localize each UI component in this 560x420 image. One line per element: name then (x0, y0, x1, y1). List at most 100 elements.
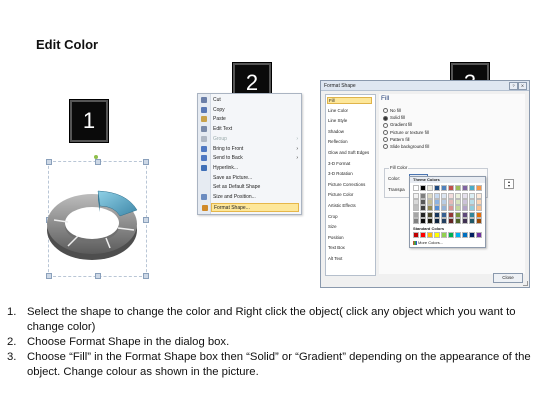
color-swatch[interactable] (455, 185, 461, 191)
rotation-handle[interactable] (94, 155, 98, 159)
color-swatch[interactable] (476, 199, 482, 206)
color-swatch[interactable] (420, 185, 426, 191)
dialog-nav-item[interactable]: Picture Corrections (328, 182, 365, 187)
context-menu-item[interactable]: Format Shape... (202, 202, 299, 212)
color-swatch[interactable] (476, 205, 482, 212)
color-swatch[interactable] (413, 205, 419, 212)
fill-option-radio[interactable]: Picture or texture fill (383, 130, 429, 135)
color-swatch[interactable] (462, 199, 468, 206)
dialog-nav-item[interactable]: Crop (328, 214, 338, 219)
color-swatch[interactable] (434, 205, 440, 212)
context-menu-item[interactable]: Edit Text (201, 125, 301, 134)
color-swatch[interactable] (469, 205, 475, 212)
resize-handle-top-right[interactable] (143, 159, 149, 165)
color-swatch[interactable] (427, 185, 433, 191)
dialog-nav-item[interactable]: Line Color (328, 108, 348, 113)
color-swatch[interactable] (462, 193, 468, 199)
color-swatch[interactable] (462, 211, 468, 218)
more-colors-item[interactable]: More Colors... (413, 240, 443, 245)
color-swatch[interactable] (462, 217, 468, 224)
color-swatch[interactable] (427, 199, 433, 206)
color-swatch[interactable] (469, 211, 475, 218)
dialog-nav-item[interactable]: Picture Color (328, 192, 353, 197)
color-swatch[interactable] (420, 217, 426, 224)
ring-shape[interactable] (40, 178, 150, 288)
color-swatch[interactable] (413, 193, 419, 199)
color-swatch[interactable] (413, 232, 419, 238)
color-swatch[interactable] (476, 193, 482, 199)
color-swatch[interactable] (462, 232, 468, 238)
color-swatch[interactable] (441, 199, 447, 206)
context-menu-item[interactable]: Bring to Front › (201, 145, 301, 154)
color-swatch[interactable] (476, 232, 482, 238)
color-swatch[interactable] (469, 232, 475, 238)
color-swatch[interactable] (448, 232, 454, 238)
color-swatch[interactable] (434, 211, 440, 218)
color-swatch[interactable] (448, 199, 454, 206)
color-swatch[interactable] (455, 199, 461, 206)
dialog-nav-item[interactable]: Glow and Soft Edges (328, 150, 369, 155)
dialog-nav-item[interactable]: 3-D Format (328, 161, 350, 166)
color-swatch[interactable] (413, 199, 419, 206)
color-swatch[interactable] (462, 205, 468, 212)
color-swatch[interactable] (441, 193, 447, 199)
dialog-nav-item[interactable]: Line Style (328, 118, 347, 123)
color-swatch[interactable] (469, 199, 475, 206)
context-menu-item[interactable]: Hyperlink... (201, 164, 301, 173)
resize-handle-top[interactable] (95, 159, 101, 165)
color-swatch[interactable] (455, 232, 461, 238)
color-swatch[interactable] (413, 217, 419, 224)
color-swatch[interactable] (434, 185, 440, 191)
color-swatch[interactable] (413, 211, 419, 218)
help-button[interactable]: ? (509, 82, 518, 90)
close-icon[interactable]: X (518, 82, 527, 90)
color-swatch[interactable] (448, 211, 454, 218)
dialog-nav-item[interactable]: Fill (327, 97, 372, 104)
color-swatch[interactable] (455, 193, 461, 199)
context-menu-item[interactable]: Set as Default Shape (211, 183, 301, 192)
color-swatch[interactable] (420, 211, 426, 218)
color-swatch[interactable] (420, 199, 426, 206)
color-swatch[interactable] (469, 193, 475, 199)
color-swatch[interactable] (420, 205, 426, 212)
fill-option-radio[interactable]: Gradient fill (383, 122, 412, 128)
color-swatch[interactable] (441, 211, 447, 218)
color-swatch[interactable] (441, 185, 447, 191)
color-swatch[interactable] (413, 185, 419, 191)
color-swatch[interactable] (469, 185, 475, 191)
dialog-nav-item[interactable]: 3-D Rotation (328, 171, 353, 176)
color-swatch[interactable] (455, 217, 461, 224)
color-swatch[interactable] (448, 193, 454, 199)
color-swatch[interactable] (420, 232, 426, 238)
color-swatch[interactable] (434, 199, 440, 206)
context-menu-item[interactable]: Send to Back › (201, 154, 301, 163)
color-swatch[interactable] (441, 205, 447, 212)
dialog-nav-item[interactable]: Text Box (328, 245, 345, 250)
fill-option-radio[interactable]: Solid fill (383, 115, 405, 121)
color-swatch[interactable] (427, 193, 433, 199)
fill-option-radio[interactable]: Slide background fill (383, 144, 429, 150)
context-menu-item[interactable]: Paste (201, 115, 301, 124)
transparency-spinner[interactable]: ▴ ▾ (504, 179, 514, 189)
dialog-nav-item[interactable]: Shadow (328, 129, 344, 134)
context-menu-item[interactable]: Save as Picture... (211, 174, 301, 183)
color-swatch[interactable] (448, 217, 454, 224)
color-swatch[interactable] (448, 185, 454, 191)
dialog-nav-item[interactable]: Position (328, 235, 344, 240)
color-swatch[interactable] (427, 217, 433, 224)
color-swatch[interactable] (427, 205, 433, 212)
color-swatch[interactable] (441, 232, 447, 238)
color-swatch[interactable] (441, 217, 447, 224)
color-swatch[interactable] (434, 232, 440, 238)
dialog-nav-item[interactable]: Reflection (328, 139, 348, 144)
color-swatch[interactable] (476, 211, 482, 218)
color-swatch[interactable] (420, 193, 426, 199)
color-swatch[interactable] (427, 232, 433, 238)
fill-option-radio[interactable]: No fill (383, 108, 401, 114)
resize-handle-top-left[interactable] (46, 159, 52, 165)
dialog-nav-item[interactable]: Size (328, 224, 337, 229)
color-swatch[interactable] (448, 205, 454, 212)
color-swatch[interactable] (455, 211, 461, 218)
color-swatch[interactable] (455, 205, 461, 212)
context-menu-item[interactable]: Copy (201, 106, 301, 115)
